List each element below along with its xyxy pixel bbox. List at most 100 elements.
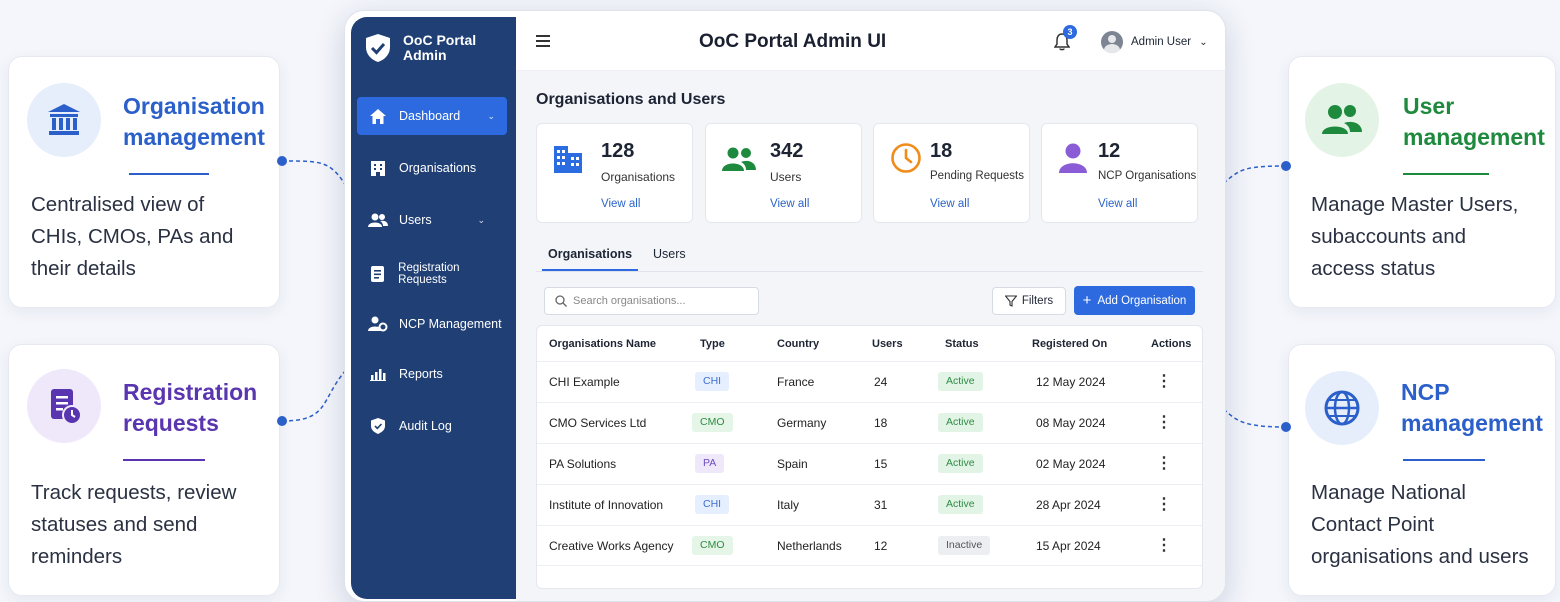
more-actions-icon[interactable]: ⋮ bbox=[1156, 535, 1172, 555]
type-badge: CHI bbox=[695, 495, 730, 514]
hamburger-menu-icon[interactable] bbox=[536, 35, 550, 47]
search-icon bbox=[555, 295, 567, 307]
tab-label: Organisations bbox=[548, 247, 633, 261]
notification-badge: 3 bbox=[1063, 25, 1077, 39]
user-count: 18 bbox=[874, 416, 888, 430]
stat-card-organisations: 128 Organisations View all bbox=[536, 123, 693, 223]
user-count: 24 bbox=[874, 375, 888, 389]
building-icon bbox=[367, 160, 389, 176]
search-placeholder: Search organisations... bbox=[573, 295, 686, 307]
country: Spain bbox=[777, 457, 808, 471]
view-all-link[interactable]: View all bbox=[930, 198, 969, 210]
table-row[interactable]: CMO Services Ltd CMO Germany 18 Active 0… bbox=[537, 402, 1202, 443]
view-all-link[interactable]: View all bbox=[770, 198, 809, 210]
stat-label: NCP Organisations bbox=[1098, 170, 1197, 182]
view-all-link[interactable]: View all bbox=[601, 198, 640, 210]
clock-icon bbox=[890, 142, 922, 179]
table-row[interactable]: Institute of Innovation CHI Italy 31 Act… bbox=[537, 484, 1202, 525]
column-header: Organisations Name bbox=[549, 338, 656, 350]
user-icon bbox=[1058, 142, 1088, 179]
shield-check-icon bbox=[366, 34, 390, 62]
chevron-down-icon: ⌄ bbox=[477, 214, 485, 225]
filters-label: Filters bbox=[1021, 295, 1054, 307]
plus-icon: + bbox=[1082, 292, 1092, 309]
sidebar-item-label: Organisations bbox=[399, 161, 477, 175]
type-badge: CMO bbox=[692, 536, 733, 555]
country: France bbox=[777, 375, 815, 389]
more-actions-icon[interactable]: ⋮ bbox=[1156, 371, 1172, 391]
registered-date: 28 Apr 2024 bbox=[1036, 498, 1101, 512]
status-badge: Active bbox=[938, 372, 983, 391]
user-gear-icon bbox=[367, 316, 389, 332]
sidebar-item-ncp-management[interactable]: NCP Management bbox=[357, 305, 507, 343]
org-name: CHI Example bbox=[549, 375, 620, 389]
sidebar-item-label: Dashboard bbox=[399, 109, 461, 123]
user-menu[interactable]: Admin User ⌄ bbox=[1131, 36, 1208, 48]
more-actions-icon[interactable]: ⋮ bbox=[1156, 412, 1172, 432]
sidebar-item-organisations[interactable]: Organisations bbox=[357, 149, 507, 187]
building-icon bbox=[553, 142, 585, 179]
filter-icon bbox=[1004, 295, 1017, 307]
home-icon bbox=[367, 108, 389, 124]
org-name: PA Solutions bbox=[549, 457, 617, 471]
stat-value: 18 bbox=[930, 140, 953, 162]
org-name: Institute of Innovation bbox=[549, 498, 664, 512]
sidebar-item-label: NCP Management bbox=[399, 317, 502, 331]
sidebar-item-registration-requests[interactable]: Registration Requests bbox=[357, 255, 507, 293]
stat-label: Organisations bbox=[601, 170, 676, 184]
registered-date: 12 May 2024 bbox=[1036, 375, 1106, 389]
sidebar-item-audit-log[interactable]: Audit Log bbox=[357, 407, 507, 445]
more-actions-icon[interactable]: ⋮ bbox=[1156, 494, 1172, 514]
tab-organisations[interactable]: Organisations bbox=[542, 247, 638, 273]
column-header: Registered On bbox=[1032, 338, 1108, 350]
app-title: OoC Portal Admin UI bbox=[699, 31, 887, 52]
organisations-table: Organisations Name Type Country Users St… bbox=[536, 325, 1203, 589]
registered-date: 08 May 2024 bbox=[1036, 416, 1106, 430]
brand-line: Admin bbox=[403, 47, 447, 63]
stat-card-pending-requests: 18 Pending Requests View all bbox=[873, 123, 1030, 223]
user-count: 15 bbox=[874, 457, 888, 471]
registered-date: 15 Apr 2024 bbox=[1036, 539, 1101, 553]
stat-label: Users bbox=[770, 170, 802, 184]
chevron-down-icon: ⌄ bbox=[487, 110, 495, 121]
stat-label: Pending Requests bbox=[930, 170, 1024, 182]
table-row[interactable]: Creative Works Agency CMO Netherlands 12… bbox=[537, 525, 1202, 566]
country: Netherlands bbox=[777, 539, 842, 553]
chevron-down-icon: ⌄ bbox=[1199, 37, 1208, 48]
tabs-divider bbox=[536, 271, 1203, 272]
status-badge: Active bbox=[938, 413, 983, 432]
sidebar-item-users[interactable]: Users ⌄ bbox=[357, 201, 507, 239]
table-row[interactable]: CHI Example CHI France 24 Active 12 May … bbox=[537, 361, 1202, 402]
stat-value: 342 bbox=[770, 140, 804, 162]
sidebar-item-reports[interactable]: Reports bbox=[357, 355, 507, 393]
type-badge: CMO bbox=[692, 413, 733, 432]
status-badge: Inactive bbox=[938, 536, 991, 555]
avatar[interactable] bbox=[1101, 31, 1123, 53]
table-row[interactable]: PA Solutions PA Spain 15 Active 02 May 2… bbox=[537, 443, 1202, 484]
stat-card-ncp-organisations: 12 NCP Organisations View all bbox=[1041, 123, 1198, 223]
stat-value: 12 bbox=[1098, 140, 1121, 162]
page-title: Organisations and Users bbox=[536, 91, 726, 108]
add-organisation-button[interactable]: + Add Organisation bbox=[1074, 286, 1195, 315]
top-bar: OoC Portal Admin UI 3 Admin User ⌄ bbox=[516, 11, 1225, 71]
sidebar-item-dashboard[interactable]: Dashboard ⌄ bbox=[357, 97, 507, 135]
registered-date: 02 May 2024 bbox=[1036, 457, 1106, 471]
type-badge: PA bbox=[695, 454, 725, 473]
bar-chart-icon bbox=[367, 367, 389, 381]
notification-bell-icon[interactable]: 3 bbox=[1053, 25, 1077, 56]
search-input[interactable]: Search organisations... bbox=[544, 287, 759, 315]
users-icon bbox=[722, 146, 756, 177]
brand-line: OoC Portal bbox=[403, 32, 477, 48]
status-badge: Active bbox=[938, 495, 983, 514]
view-all-link[interactable]: View all bbox=[1098, 198, 1137, 210]
app-window: OoC Portal Admin Dashboard ⌄ Organisation… bbox=[344, 10, 1226, 602]
filters-button[interactable]: Filters bbox=[992, 287, 1066, 315]
sidebar: OoC Portal Admin Dashboard ⌄ Organisation… bbox=[351, 17, 516, 599]
users-icon bbox=[367, 213, 389, 227]
column-header: Country bbox=[777, 338, 820, 350]
document-icon bbox=[367, 266, 388, 282]
tab-users[interactable]: Users bbox=[653, 247, 686, 273]
table-header: Organisations Name Type Country Users St… bbox=[537, 326, 1202, 364]
more-actions-icon[interactable]: ⋮ bbox=[1156, 453, 1172, 473]
tab-label: Users bbox=[653, 247, 686, 261]
